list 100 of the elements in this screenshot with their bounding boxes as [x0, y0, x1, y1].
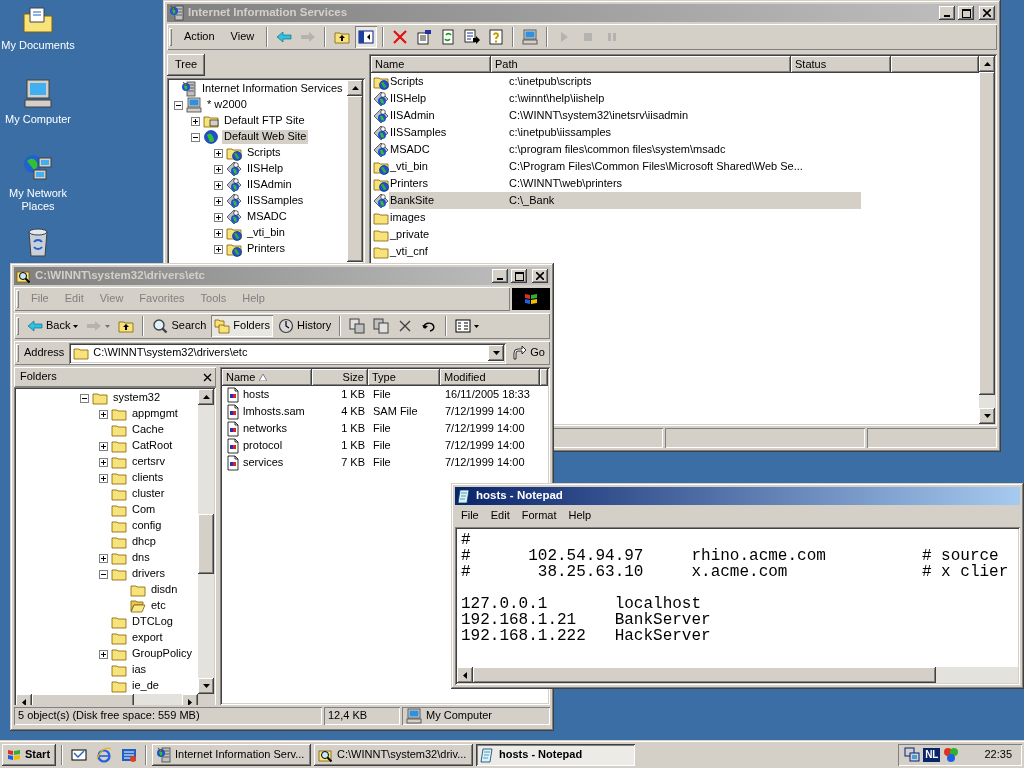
tree-item[interactable]: CatRoot	[130, 439, 175, 453]
desktop-icon-label[interactable]: My Computer	[5, 113, 71, 126]
tree-item[interactable]: drivers	[130, 567, 167, 581]
menu-item[interactable]: View	[223, 29, 262, 45]
scroll-up-button[interactable]	[979, 56, 995, 72]
minimize-button[interactable]	[492, 269, 508, 283]
tree-item[interactable]: Printers	[245, 242, 287, 256]
scroll-left-button[interactable]	[457, 667, 473, 683]
column-header[interactable]: Path	[491, 56, 791, 73]
list-row[interactable]: BankSite C:\_Bank	[389, 192, 861, 209]
close-button[interactable]	[532, 269, 548, 283]
maximize-button[interactable]	[958, 6, 974, 20]
tree-item[interactable]: IISAdmin	[245, 178, 294, 192]
menu-item[interactable]: File	[455, 508, 485, 524]
tree-item[interactable]: Com	[130, 503, 158, 517]
tree-item[interactable]: dhcp	[130, 535, 158, 549]
scroll-up-button[interactable]	[347, 80, 363, 96]
tree-item[interactable]: IISSamples	[245, 194, 306, 208]
tree-item[interactable]: IISHelp	[245, 162, 286, 176]
column-header[interactable]: Type	[368, 369, 440, 386]
file-name[interactable]: lmhosts.sam	[241, 404, 313, 419]
address-field[interactable]: C:\WINNT\system32\drivers\etc	[69, 342, 507, 364]
tree-item[interactable]: ias	[130, 663, 149, 677]
list-row[interactable]: _private	[389, 226, 861, 243]
tree-item[interactable]: _vti_bin	[245, 226, 287, 240]
tree-item[interactable]: export	[130, 631, 165, 645]
scroll-thumb[interactable]	[473, 667, 937, 683]
tree-item[interactable]: GroupPolicy	[130, 647, 194, 661]
column-header[interactable]: Status	[791, 56, 891, 73]
column-header[interactable]: Size	[312, 369, 368, 386]
list-row[interactable]: IISAdmin C:\WINNT\system32\inetsrv\iisadmin	[389, 107, 861, 124]
tree-item[interactable]: appmgmt	[130, 407, 180, 421]
list-row[interactable]: _vti_bin C:\Program Files\Common Files\Microsoft Shared\Web Se...	[389, 158, 861, 175]
tree-item[interactable]: config	[130, 519, 164, 533]
language-indicator[interactable]: NL	[923, 748, 941, 762]
tree-item[interactable]: * w2000	[205, 98, 249, 112]
scroll-up-button[interactable]	[198, 389, 214, 405]
globe-badge-icon	[373, 124, 389, 141]
folders-button[interactable]: Folders	[211, 315, 273, 337]
text-line: 192.168.1.222 HackServer	[461, 628, 712, 644]
globe-badge-icon	[373, 141, 389, 158]
tree-item[interactable]: clients	[130, 471, 166, 485]
taskbar-button[interactable]: hosts - Notepad	[476, 744, 635, 766]
tree-item[interactable]: Internet Information Services	[200, 82, 345, 96]
tree-item[interactable]: Cache	[130, 423, 166, 437]
tree-item[interactable]: ie_de	[130, 679, 161, 693]
column-header[interactable]: Name	[371, 56, 491, 73]
go-button[interactable]: Go	[508, 342, 548, 364]
scroll-thumb[interactable]	[198, 514, 214, 575]
search-button[interactable]: Search	[149, 315, 210, 337]
list-row[interactable]: Printers C:\WINNT\web\printers	[389, 175, 861, 192]
tree-item[interactable]: certsrv	[130, 455, 167, 469]
list-row[interactable]: IISSamples c:\inetpub\iissamples	[389, 124, 861, 141]
tree-item[interactable]: MSADC	[245, 210, 289, 224]
menu-item[interactable]: Action	[177, 29, 222, 45]
file-name[interactable]: networks	[241, 421, 313, 436]
list-row[interactable]: IISHelp c:\winnt\help\iishelp	[389, 90, 861, 107]
list-row[interactable]: _vti_cnf	[389, 243, 861, 260]
file-name[interactable]: protocol	[241, 438, 313, 453]
column-header[interactable]: Modified	[440, 369, 540, 386]
list-row[interactable]: images	[389, 209, 861, 226]
list-row[interactable]: MSADC c:\program files\common files\system\msadc	[389, 141, 861, 158]
tree-item[interactable]: cluster	[130, 487, 167, 501]
menu-item[interactable]: Format	[515, 508, 563, 524]
clock: 22:35	[984, 748, 1012, 762]
tree-item[interactable]: Scripts	[245, 146, 283, 160]
desktop-icon-label[interactable]: My Network Places	[0, 187, 76, 213]
menu-item[interactable]: Help	[562, 508, 598, 524]
tree-item[interactable]: system32	[111, 391, 163, 405]
tree-tab[interactable]: Tree	[167, 54, 206, 76]
taskbar-button[interactable]: Internet Information Serv...	[152, 744, 311, 766]
tree-item[interactable]: DTCLog	[130, 615, 175, 629]
globe-badge-icon	[373, 192, 389, 209]
maximize-button[interactable]	[511, 269, 527, 283]
tree-item[interactable]: disdn	[149, 583, 180, 597]
close-button[interactable]	[979, 6, 995, 20]
computer-icon	[522, 29, 539, 45]
scroll-thumb[interactable]	[347, 96, 363, 262]
history-button[interactable]: History	[275, 315, 335, 337]
menu-item[interactable]: Edit	[484, 508, 516, 524]
column-header[interactable]: Name	[222, 369, 312, 386]
tree-toggle-button[interactable]	[355, 26, 378, 48]
taskbar-button[interactable]: C:\WINNT\system32\driv...	[314, 744, 473, 766]
tree-item[interactable]: Default Web Site	[222, 130, 309, 144]
dropdown-button[interactable]	[488, 345, 505, 361]
minimize-button[interactable]	[939, 6, 955, 20]
scroll-down-button[interactable]	[979, 408, 995, 424]
file-size: 1 KB	[340, 421, 366, 436]
start-button[interactable]: Start	[2, 744, 56, 766]
network-screens-icon	[904, 747, 921, 763]
back-button[interactable]: Back	[24, 315, 82, 337]
scroll-down-button[interactable]	[198, 678, 214, 694]
tree-item[interactable]: etc	[149, 599, 168, 613]
file-name[interactable]: services	[241, 455, 313, 470]
item-name: IISAdmin	[389, 108, 436, 123]
desktop-icon-label[interactable]: My Documents	[1, 39, 75, 52]
list-row[interactable]: Scripts c:\inetpub\scripts	[389, 73, 861, 90]
tree-item[interactable]: dns	[130, 551, 152, 565]
tree-item[interactable]: Default FTP Site	[222, 114, 307, 128]
file-name[interactable]: hosts	[241, 387, 313, 402]
